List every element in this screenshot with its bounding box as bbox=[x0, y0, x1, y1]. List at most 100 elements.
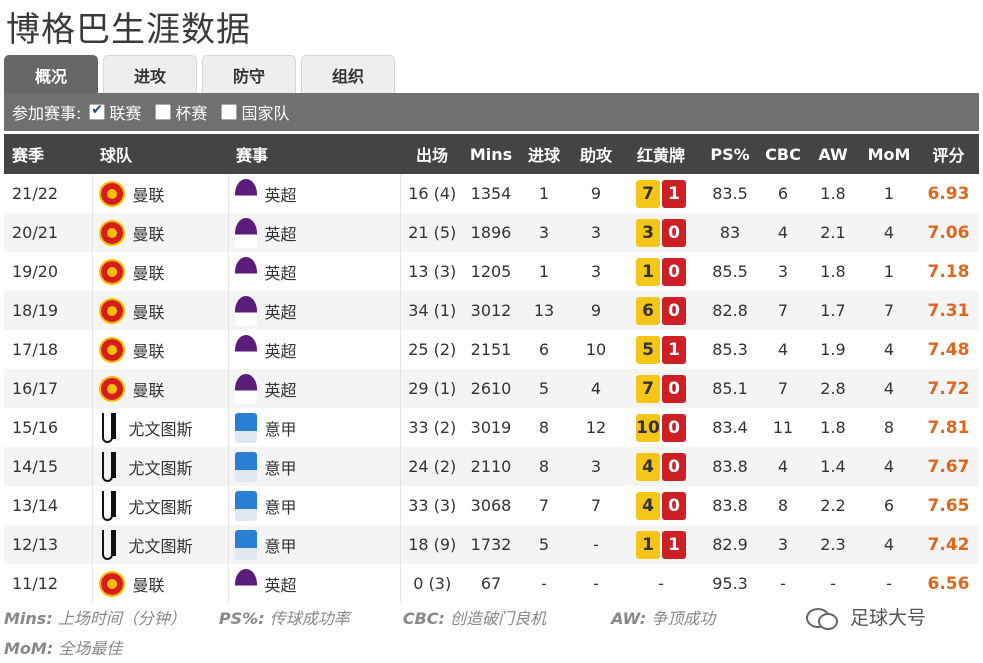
legend-row-2: MoM: 全场最佳 bbox=[4, 635, 122, 659]
rating-cell: 7.06 bbox=[918, 213, 979, 252]
filter-league-label: 联赛 bbox=[109, 104, 142, 123]
competition-cell[interactable]: 英超 bbox=[227, 174, 400, 213]
mom-cell: 4 bbox=[860, 213, 918, 252]
competition-cell[interactable]: 英超 bbox=[227, 369, 400, 408]
competition-name[interactable]: 意甲 bbox=[265, 455, 297, 479]
competition-cell[interactable]: 英超 bbox=[227, 252, 400, 291]
checkbox-league[interactable] bbox=[89, 102, 106, 120]
tab-defense[interactable]: 防守 bbox=[202, 55, 296, 93]
team-cell[interactable]: 尤文图斯 bbox=[91, 525, 228, 564]
team-cell[interactable]: 尤文图斯 bbox=[91, 486, 228, 525]
competition-cell[interactable]: 英超 bbox=[227, 564, 400, 603]
table-row: 14/15 尤文图斯 意甲 24 (2) 2110 8 3 4 0 83.8 4… bbox=[4, 447, 979, 486]
competition-name[interactable]: 英超 bbox=[265, 221, 297, 245]
team-cell[interactable]: 尤文图斯 bbox=[91, 408, 228, 447]
tab-overview[interactable]: 概况 bbox=[4, 55, 98, 93]
ps-cell: 85.3 bbox=[712, 340, 748, 359]
competition-name[interactable]: 英超 bbox=[265, 572, 297, 596]
premier-league-icon bbox=[234, 373, 257, 404]
cards-cell: 4 0 bbox=[622, 486, 700, 525]
competition-name[interactable]: 英超 bbox=[265, 260, 297, 284]
team-name[interactable]: 曼联 bbox=[133, 338, 165, 362]
legend-aw-key: AW: bbox=[611, 609, 647, 628]
rating-cell: 6.93 bbox=[927, 183, 970, 204]
header-competition[interactable]: 赛事 bbox=[228, 134, 400, 174]
cbc-cell: 3 bbox=[760, 525, 806, 564]
assists-cell: 7 bbox=[590, 496, 602, 515]
ps-cell: 85.1 bbox=[700, 369, 760, 408]
team-name[interactable]: 曼联 bbox=[133, 221, 165, 245]
competition-name[interactable]: 意甲 bbox=[265, 416, 297, 440]
team-cell[interactable]: 曼联 bbox=[91, 174, 228, 213]
table-row: 13/14 尤文图斯 意甲 33 (3) 3068 7 7 4 0 83.8 8… bbox=[4, 486, 979, 525]
header-team[interactable]: 球队 bbox=[92, 134, 228, 174]
aw-cell: 1.8 bbox=[820, 184, 846, 203]
cbc-cell: 3 bbox=[777, 262, 789, 281]
filter-league[interactable]: 联赛 bbox=[89, 100, 141, 124]
team-cell[interactable]: 曼联 bbox=[91, 252, 228, 291]
header-mins[interactable]: Mins bbox=[464, 134, 518, 174]
team-cell[interactable]: 曼联 bbox=[91, 369, 228, 408]
team-cell[interactable]: 曼联 bbox=[91, 330, 228, 369]
competition-name[interactable]: 意甲 bbox=[265, 533, 297, 557]
rating-cell: 7.81 bbox=[927, 417, 970, 438]
team-name[interactable]: 尤文图斯 bbox=[129, 455, 193, 479]
team-cell[interactable]: 曼联 bbox=[91, 564, 228, 603]
header-cards[interactable]: 红黄牌 bbox=[622, 134, 700, 174]
mom-cell: - bbox=[886, 574, 892, 593]
team-cell[interactable]: 曼联 bbox=[91, 213, 228, 252]
competition-cell[interactable]: 意甲 bbox=[227, 408, 400, 447]
competition-cell[interactable]: 意甲 bbox=[227, 525, 400, 564]
header-goals[interactable]: 进球 bbox=[518, 134, 570, 174]
aw-cell: 2.3 bbox=[806, 525, 860, 564]
checkbox-cup[interactable] bbox=[155, 104, 172, 120]
man-utd-crest-icon bbox=[98, 375, 125, 402]
apps-cell: 25 (2) bbox=[399, 330, 464, 369]
competition-name[interactable]: 英超 bbox=[265, 299, 297, 323]
team-name[interactable]: 曼联 bbox=[133, 260, 165, 284]
header-aw[interactable]: AW bbox=[806, 134, 860, 174]
team-cell[interactable]: 曼联 bbox=[91, 291, 228, 330]
team-name[interactable]: 尤文图斯 bbox=[129, 494, 193, 518]
competition-cell[interactable]: 英超 bbox=[227, 291, 400, 330]
assists-cell: 9 bbox=[570, 291, 622, 330]
filter-cup[interactable]: 杯赛 bbox=[155, 100, 207, 124]
header-apps[interactable]: 出场 bbox=[400, 134, 464, 174]
team-name[interactable]: 曼联 bbox=[133, 572, 165, 596]
team-name[interactable]: 曼联 bbox=[133, 299, 165, 323]
legend-mins-key: Mins: bbox=[4, 609, 53, 628]
competition-cell[interactable]: 英超 bbox=[227, 213, 400, 252]
header-rating[interactable]: 评分 bbox=[918, 134, 979, 174]
team-cell[interactable]: 尤文图斯 bbox=[91, 447, 228, 486]
apps-cell: 21 (5) bbox=[399, 213, 464, 252]
table-row: 11/12 曼联 英超 0 (3) 67 - - - 95.3 - - - 6.… bbox=[4, 564, 979, 603]
competition-cell[interactable]: 英超 bbox=[227, 330, 400, 369]
header-season[interactable]: 赛季 bbox=[4, 134, 92, 174]
checkbox-national[interactable] bbox=[221, 104, 238, 120]
competition-filter-bar: 参加赛事: 联赛 杯赛 国家队 bbox=[4, 93, 979, 131]
tab-attack[interactable]: 进攻 bbox=[103, 55, 197, 93]
competition-name[interactable]: 英超 bbox=[265, 377, 297, 401]
header-mom[interactable]: MoM bbox=[860, 134, 918, 174]
competition-cell[interactable]: 意甲 bbox=[227, 486, 400, 525]
legend-mins-desc: 上场时间（分钟） bbox=[57, 609, 186, 628]
header-ps[interactable]: PS% bbox=[700, 134, 760, 174]
team-name[interactable]: 曼联 bbox=[133, 377, 165, 401]
premier-league-icon bbox=[234, 256, 257, 287]
red-card-count: 1 bbox=[662, 179, 686, 208]
filter-national[interactable]: 国家队 bbox=[221, 100, 289, 124]
cbc-cell: 8 bbox=[777, 496, 789, 515]
season-cell: 11/12 bbox=[12, 574, 59, 593]
tab-organize[interactable]: 组织 bbox=[301, 55, 395, 93]
team-name[interactable]: 曼联 bbox=[133, 182, 165, 206]
legend-cbc-key: CBC: bbox=[402, 609, 445, 628]
competition-cell[interactable]: 意甲 bbox=[227, 447, 400, 486]
competition-name[interactable]: 英超 bbox=[265, 338, 297, 362]
competition-name[interactable]: 英超 bbox=[265, 182, 297, 206]
header-cbc[interactable]: CBC bbox=[760, 134, 806, 174]
team-name[interactable]: 尤文图斯 bbox=[129, 416, 193, 440]
header-assists[interactable]: 助攻 bbox=[570, 134, 622, 174]
competition-name[interactable]: 意甲 bbox=[265, 494, 297, 518]
premier-league-icon bbox=[234, 178, 257, 209]
team-name[interactable]: 尤文图斯 bbox=[129, 533, 193, 557]
